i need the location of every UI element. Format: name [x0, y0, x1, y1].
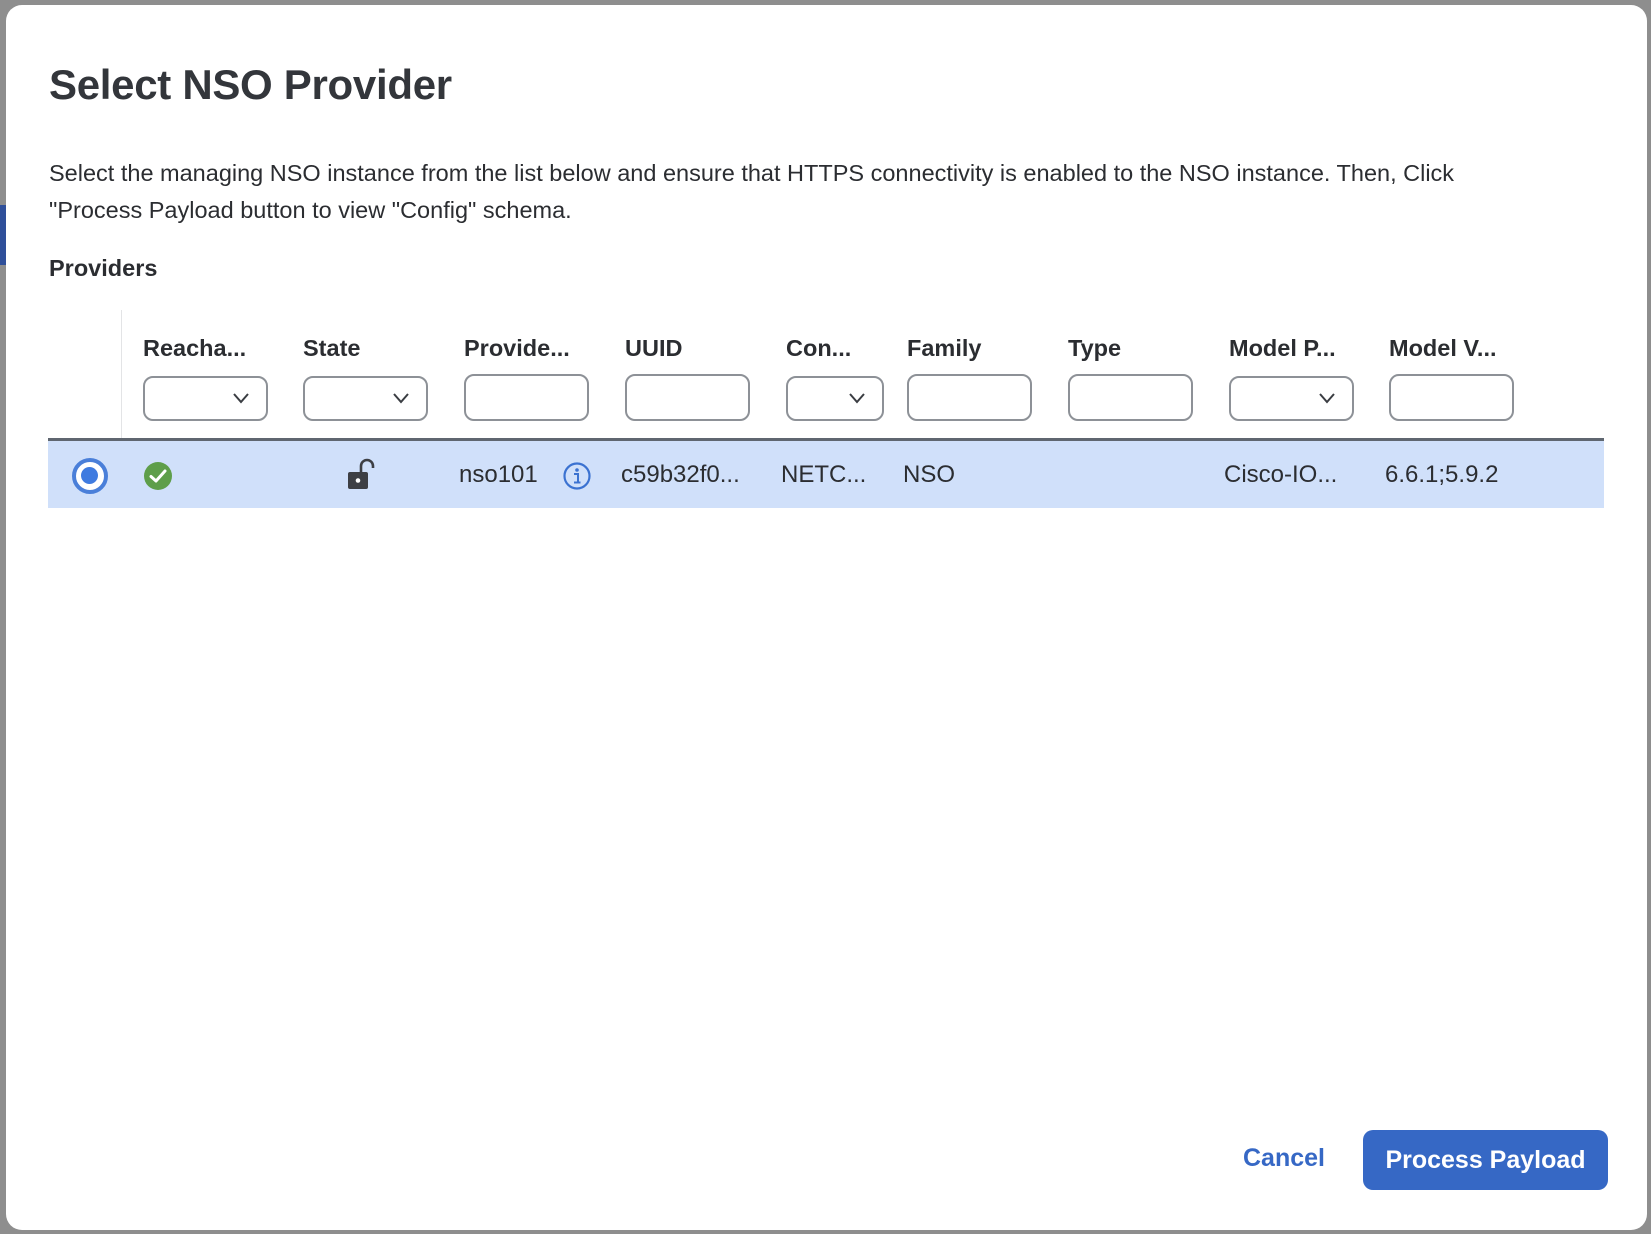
- cell-uuid: c59b32f0...: [621, 461, 740, 488]
- chevron-down-icon: [1319, 393, 1335, 404]
- chevron-down-icon: [233, 393, 249, 404]
- providers-table: Reacha... State Provide... UUID Con... F…: [48, 310, 1604, 510]
- dialog-description: Select the managing NSO instance from th…: [49, 160, 1455, 223]
- column-model-prefix: Model P...: [1229, 332, 1354, 421]
- column-header-reachability[interactable]: Reacha...: [143, 332, 268, 364]
- chevron-down-icon: [849, 393, 865, 404]
- cell-provider: nso101: [459, 461, 538, 488]
- connection-filter-select[interactable]: [786, 376, 884, 421]
- column-header-connection[interactable]: Con...: [786, 332, 884, 364]
- column-header-model-version[interactable]: Model V...: [1389, 332, 1514, 364]
- provider-filter-input[interactable]: [464, 374, 589, 421]
- column-header-model-prefix[interactable]: Model P...: [1229, 332, 1354, 364]
- column-type: Type: [1068, 332, 1193, 421]
- model-prefix-filter-select[interactable]: [1229, 376, 1354, 421]
- column-reachability: Reacha...: [143, 332, 268, 421]
- providers-section-label: Providers: [49, 255, 158, 281]
- unlock-icon: [348, 458, 375, 489]
- table-header-row: Reacha... State Provide... UUID Con... F…: [48, 310, 1604, 441]
- reachability-filter-select[interactable]: [143, 376, 268, 421]
- column-connection: Con...: [786, 332, 884, 421]
- column-provider: Provide...: [464, 332, 589, 421]
- column-state: State: [303, 332, 428, 421]
- row-radio-selected[interactable]: [72, 458, 108, 494]
- column-header-provider[interactable]: Provide...: [464, 332, 589, 364]
- info-icon[interactable]: [562, 461, 592, 491]
- process-payload-button[interactable]: Process Payload: [1363, 1130, 1608, 1190]
- column-uuid: UUID: [625, 332, 750, 421]
- model-version-filter-input[interactable]: [1389, 374, 1514, 421]
- cell-model-prefix: Cisco-IO...: [1224, 461, 1338, 488]
- state-filter-select[interactable]: [303, 376, 428, 421]
- cell-connection: NETC...: [781, 461, 867, 488]
- column-divider: [121, 310, 122, 438]
- check-circle-icon: [144, 462, 172, 490]
- table-row[interactable]: nso101 c59b32f0... NETC... NSO Cisco-IO.…: [48, 441, 1604, 508]
- column-header-uuid[interactable]: UUID: [625, 332, 750, 364]
- cell-family: NSO: [903, 461, 956, 488]
- column-header-type[interactable]: Type: [1068, 332, 1193, 364]
- column-header-family[interactable]: Family: [907, 332, 1032, 364]
- family-filter-input[interactable]: [907, 374, 1032, 421]
- dialog-title: Select NSO Provider: [49, 61, 452, 108]
- column-header-state[interactable]: State: [303, 332, 428, 364]
- uuid-filter-input[interactable]: [625, 374, 750, 421]
- cell-model-version: 6.6.1;5.9.2: [1385, 461, 1499, 488]
- type-filter-input[interactable]: [1068, 374, 1193, 421]
- select-nso-provider-dialog: Select NSO Provider Select the managing …: [6, 5, 1647, 1230]
- column-family: Family: [907, 332, 1032, 421]
- chevron-down-icon: [393, 393, 409, 404]
- column-model-version: Model V...: [1389, 332, 1514, 421]
- row-select-cell: [48, 441, 122, 508]
- cancel-button[interactable]: Cancel: [1243, 1129, 1325, 1187]
